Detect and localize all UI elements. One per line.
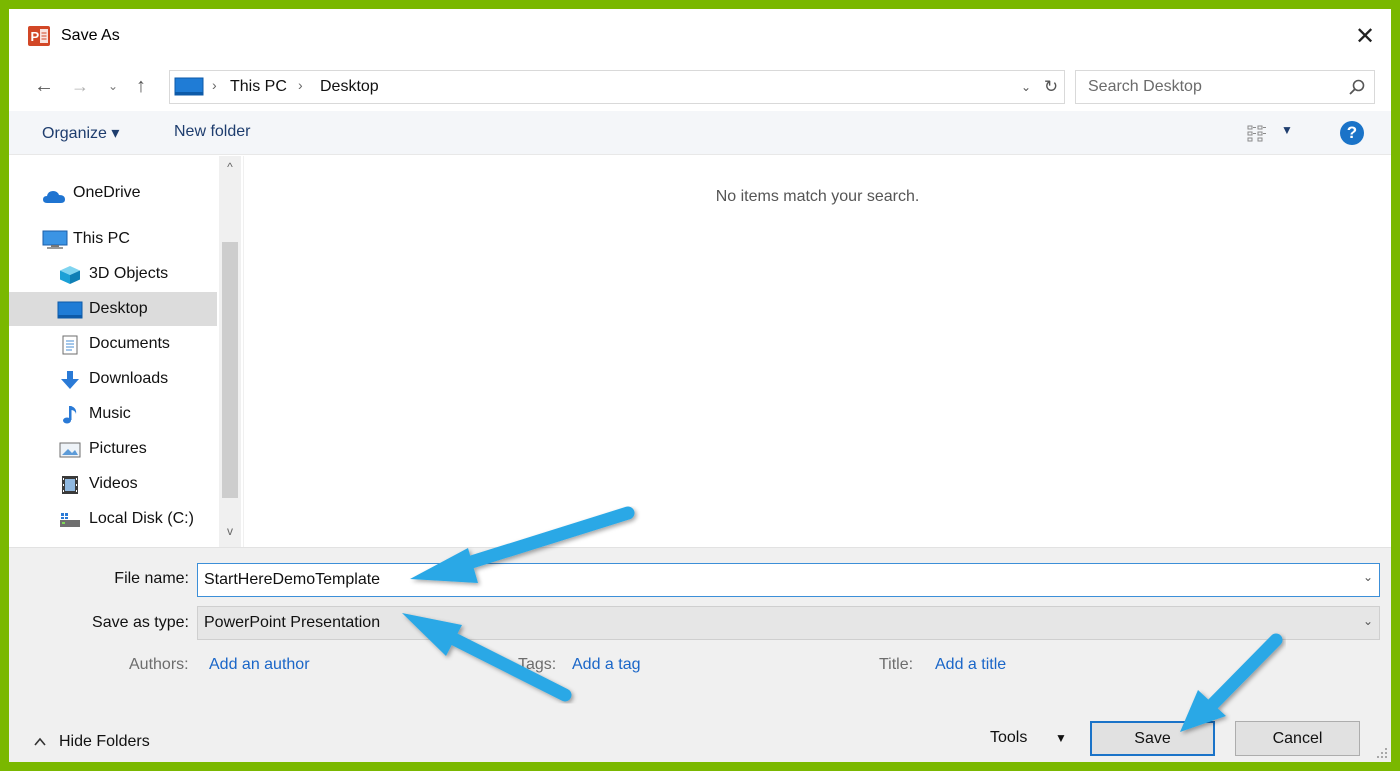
picture-icon	[59, 442, 81, 458]
computer-icon	[42, 230, 68, 249]
tools-dropdown-icon[interactable]: ▼	[1055, 731, 1067, 745]
file-name-input[interactable]	[204, 570, 1334, 590]
add-title-link[interactable]: Add a title	[935, 656, 1006, 674]
hide-folders-label: Hide Folders	[59, 733, 150, 750]
sidebar-item-this-pc[interactable]: This PC	[9, 222, 217, 256]
add-author-link[interactable]: Add an author	[209, 656, 310, 674]
document-icon	[62, 335, 78, 355]
sidebar-item-label: Pictures	[89, 440, 147, 457]
sidebar-item-music[interactable]: Music	[9, 397, 217, 431]
tags-label: Tags:	[518, 656, 557, 673]
up-button[interactable]: ↑	[129, 71, 153, 101]
recent-locations-button[interactable]: ⌄	[103, 71, 123, 101]
file-name-label: File name:	[114, 570, 189, 587]
sidebar-item-3d-objects[interactable]: 3D Objects	[9, 257, 217, 291]
forward-button[interactable]: →	[67, 71, 93, 101]
new-folder-button[interactable]: New folder	[174, 123, 250, 141]
view-options-icon[interactable]	[1247, 124, 1267, 142]
search-input[interactable]	[1088, 77, 1328, 97]
sidebar-item-label: Documents	[89, 335, 170, 352]
breadcrumb-separator: ›	[298, 77, 303, 93]
title-bar: P Save As ✕	[9, 9, 1391, 63]
sidebar-item-label: Downloads	[89, 370, 169, 387]
save-as-type-dropdown-button[interactable]: ⌄	[1363, 614, 1373, 628]
save-as-type-label: Save as type:	[92, 614, 189, 631]
refresh-button[interactable]: ↻	[1040, 76, 1062, 98]
address-dropdown-button[interactable]: ⌄	[1016, 76, 1036, 98]
authors-label: Authors:	[129, 656, 189, 673]
powerpoint-app-icon: P	[28, 26, 50, 46]
sidebar-item-local-disk[interactable]: Local Disk (C:)	[9, 502, 217, 536]
sidebar-item-downloads[interactable]: Downloads	[9, 362, 217, 396]
search-box[interactable]	[1075, 70, 1375, 104]
breadcrumb-separator: ›	[212, 77, 217, 93]
save-button[interactable]: Save	[1090, 721, 1215, 756]
scrollbar-thumb[interactable]	[222, 242, 238, 498]
breadcrumb-desktop[interactable]: Desktop	[320, 78, 379, 96]
sidebar-item-videos[interactable]: Videos	[9, 467, 217, 501]
sidebar-item-label: This PC	[73, 230, 130, 247]
tools-menu[interactable]: Tools	[990, 729, 1027, 747]
add-tag-link[interactable]: Add a tag	[572, 656, 641, 674]
dialog-title: Save As	[61, 27, 120, 44]
sidebar-item-label: Videos	[89, 475, 138, 492]
sidebar-item-label: Music	[89, 405, 131, 422]
back-button[interactable]: ←	[31, 71, 57, 101]
drive-icon	[60, 513, 80, 527]
cancel-button[interactable]: Cancel	[1235, 721, 1360, 756]
sidebar-item-label: Desktop	[89, 300, 148, 317]
desktop-icon	[57, 301, 83, 319]
svg-text:P: P	[31, 29, 40, 44]
save-as-dialog: P Save As ✕ ← → ⌄ ↑ › This PC › Desktop …	[9, 9, 1391, 762]
title-label: Title:	[879, 656, 914, 673]
save-as-type-value: PowerPoint Presentation	[204, 614, 381, 631]
file-name-combobox[interactable]: ⌄	[197, 563, 1380, 597]
video-icon	[62, 476, 78, 494]
help-icon[interactable]: ?	[1340, 121, 1364, 145]
organize-menu[interactable]: Organize ▾	[42, 123, 119, 143]
music-icon	[63, 406, 77, 424]
sidebar-item-label: Local Disk (C:)	[89, 510, 194, 527]
desktop-icon	[174, 77, 204, 96]
sidebar-item-label: 3D Objects	[89, 265, 169, 282]
file-list-pane[interactable]: No items match your search.	[243, 156, 1391, 547]
sidebar-item-onedrive[interactable]: OneDrive	[9, 176, 217, 210]
address-bar[interactable]: › This PC › Desktop ⌄ ↻	[169, 70, 1065, 104]
cloud-icon	[43, 191, 65, 203]
save-as-type-select[interactable]: PowerPoint Presentation ⌄	[197, 606, 1380, 640]
navigation-pane: OneDrive This PC 3D Objects Desktop Docu…	[9, 156, 241, 547]
sidebar-item-label: OneDrive	[73, 184, 141, 201]
navigation-scrollbar[interactable]: ^ v	[219, 156, 241, 547]
sidebar-item-pictures[interactable]: Pictures	[9, 432, 217, 466]
file-name-dropdown-button[interactable]: ⌄	[1363, 570, 1373, 584]
resize-grip-icon[interactable]	[1376, 747, 1388, 759]
sidebar-item-documents[interactable]: Documents	[9, 327, 217, 361]
command-toolbar: Organize ▾ New folder ▼ ?	[9, 111, 1391, 155]
empty-results-message: No items match your search.	[715, 188, 920, 205]
search-icon	[1349, 79, 1365, 95]
download-icon	[61, 371, 79, 389]
sidebar-item-desktop[interactable]: Desktop	[9, 292, 217, 326]
scroll-down-arrow[interactable]: v	[219, 524, 241, 544]
scroll-up-arrow[interactable]: ^	[219, 160, 241, 180]
breadcrumb-this-pc[interactable]: This PC	[230, 78, 287, 96]
save-options-panel: File name: ⌄ Save as type: PowerPoint Pr…	[9, 547, 1391, 762]
chevron-up-icon	[34, 737, 46, 746]
close-button[interactable]: ✕	[1351, 23, 1379, 51]
cube-icon	[60, 266, 80, 284]
view-dropdown-button[interactable]: ▼	[1281, 123, 1293, 137]
